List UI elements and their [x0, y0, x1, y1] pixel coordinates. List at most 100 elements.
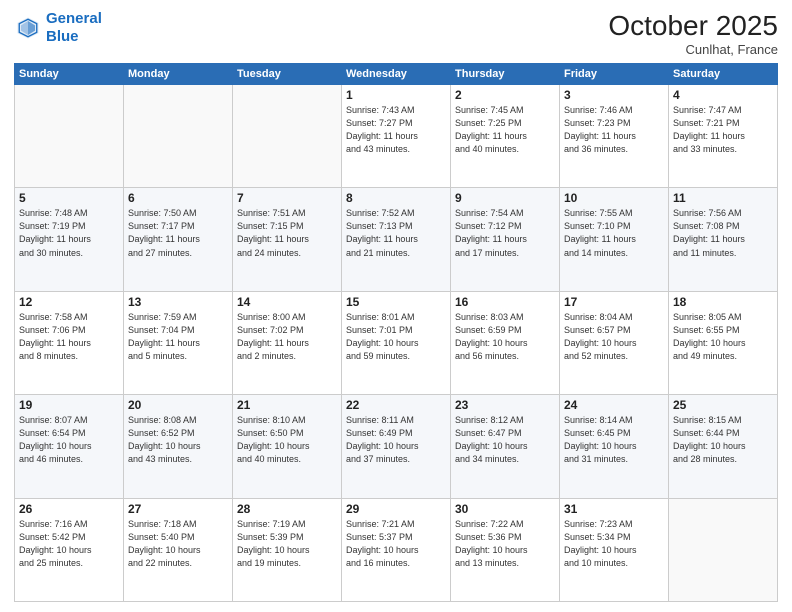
- day-info: Sunrise: 7:47 AM Sunset: 7:21 PM Dayligh…: [673, 104, 773, 156]
- day-info: Sunrise: 7:56 AM Sunset: 7:08 PM Dayligh…: [673, 207, 773, 259]
- calendar-cell: 17 Sunrise: 8:04 AM Sunset: 6:57 PM Dayli…: [560, 291, 669, 394]
- day-info: Sunrise: 7:46 AM Sunset: 7:23 PM Dayligh…: [564, 104, 664, 156]
- day-info: Sunrise: 7:55 AM Sunset: 7:10 PM Dayligh…: [564, 207, 664, 259]
- calendar-cell: 15Sunrise: 8:01 AM Sunset: 7:01 PM Dayli…: [342, 291, 451, 394]
- day-info: Sunrise: 7:43 AM Sunset: 7:27 PM Dayligh…: [346, 104, 446, 156]
- day-number: 24: [564, 398, 664, 412]
- logo-blue: Blue: [46, 28, 79, 45]
- calendar-cell: [233, 85, 342, 188]
- calendar-cell: 25 Sunrise: 8:15 AM Sunset: 6:44 PM Dayli…: [669, 395, 778, 498]
- day-info: Sunrise: 8:03 AM Sunset: 6:59 PM Dayligh…: [455, 311, 555, 363]
- calendar-cell: 3 Sunrise: 7:46 AM Sunset: 7:23 PM Daylig…: [560, 85, 669, 188]
- calendar-cell: 21 Sunrise: 8:10 AM Sunset: 6:50 PM Dayli…: [233, 395, 342, 498]
- day-number: 1: [346, 88, 446, 102]
- calendar-cell: 10 Sunrise: 7:55 AM Sunset: 7:10 PM Dayli…: [560, 188, 669, 291]
- day-number: 12: [19, 295, 119, 309]
- day-number: 13: [128, 295, 228, 309]
- calendar-cell: [15, 85, 124, 188]
- calendar-cell: [124, 85, 233, 188]
- day-info: Sunrise: 8:00 AM Sunset: 7:02 PM Dayligh…: [237, 311, 337, 363]
- logo-text: General Blue: [46, 10, 102, 46]
- calendar-cell: 5 Sunrise: 7:48 AM Sunset: 7:19 PM Daylig…: [15, 188, 124, 291]
- day-number: 4: [673, 88, 773, 102]
- day-info: Sunrise: 7:48 AM Sunset: 7:19 PM Dayligh…: [19, 207, 119, 259]
- calendar-cell: 1 Sunrise: 7:43 AM Sunset: 7:27 PM Daylig…: [342, 85, 451, 188]
- day-info: Sunrise: 8:08 AM Sunset: 6:52 PM Dayligh…: [128, 414, 228, 466]
- day-number: 8: [346, 191, 446, 205]
- logo-general: General: [46, 10, 102, 27]
- title-block: October 2025 Cunlhat, France: [608, 10, 778, 57]
- calendar-cell: 29 Sunrise: 7:21 AM Sunset: 5:37 PM Dayli…: [342, 498, 451, 601]
- calendar-cell: 22 Sunrise: 8:11 AM Sunset: 6:49 PM Dayli…: [342, 395, 451, 498]
- day-number: 16: [455, 295, 555, 309]
- header: General Blue October 2025 Cunlhat, Franc…: [14, 10, 778, 57]
- day-info: Sunrise: 7:22 AM Sunset: 5:36 PM Dayligh…: [455, 518, 555, 570]
- day-info: Sunrise: 7:51 AM Sunset: 7:15 PM Dayligh…: [237, 207, 337, 259]
- day-number: 3: [564, 88, 664, 102]
- day-info: Sunrise: 8:15 AM Sunset: 6:44 PM Dayligh…: [673, 414, 773, 466]
- day-number: 17: [564, 295, 664, 309]
- day-info: Sunrise: 7:50 AM Sunset: 7:17 PM Dayligh…: [128, 207, 228, 259]
- day-info: Sunrise: 8:12 AM Sunset: 6:47 PM Dayligh…: [455, 414, 555, 466]
- day-info: Sunrise: 7:58 AM Sunset: 7:06 PM Dayligh…: [19, 311, 119, 363]
- calendar-cell: 27Sunrise: 7:18 AM Sunset: 5:40 PM Dayli…: [124, 498, 233, 601]
- calendar-cell: 4 Sunrise: 7:47 AM Sunset: 7:21 PM Daylig…: [669, 85, 778, 188]
- day-number: 10: [564, 191, 664, 205]
- calendar-table: SundayMondayTuesdayWednesdayThursdayFrid…: [14, 63, 778, 602]
- calendar-cell: 14 Sunrise: 8:00 AM Sunset: 7:02 PM Dayli…: [233, 291, 342, 394]
- day-info: Sunrise: 7:52 AM Sunset: 7:13 PM Dayligh…: [346, 207, 446, 259]
- calendar-cell: 20 Sunrise: 8:08 AM Sunset: 6:52 PM Dayli…: [124, 395, 233, 498]
- location: Cunlhat, France: [608, 42, 778, 57]
- weekday-header: Wednesday: [342, 64, 451, 85]
- calendar-cell: 30 Sunrise: 7:22 AM Sunset: 5:36 PM Dayli…: [451, 498, 560, 601]
- day-number: 6: [128, 191, 228, 205]
- day-info: Sunrise: 7:18 AM Sunset: 5:40 PM Dayligh…: [128, 518, 228, 570]
- calendar-cell: 26 Sunrise: 7:16 AM Sunset: 5:42 PM Dayli…: [15, 498, 124, 601]
- day-number: 14: [237, 295, 337, 309]
- day-number: 30: [455, 502, 555, 516]
- weekday-header: Friday: [560, 64, 669, 85]
- day-info: Sunrise: 8:10 AM Sunset: 6:50 PM Dayligh…: [237, 414, 337, 466]
- day-info: Sunrise: 7:23 AM Sunset: 5:34 PM Dayligh…: [564, 518, 664, 570]
- day-number: 19: [19, 398, 119, 412]
- logo: General Blue: [14, 10, 102, 46]
- calendar-cell: 24Sunrise: 8:14 AM Sunset: 6:45 PM Dayli…: [560, 395, 669, 498]
- day-number: 5: [19, 191, 119, 205]
- calendar-cell: 12 Sunrise: 7:58 AM Sunset: 7:06 PM Dayli…: [15, 291, 124, 394]
- day-info: Sunrise: 7:16 AM Sunset: 5:42 PM Dayligh…: [19, 518, 119, 570]
- calendar-cell: 6 Sunrise: 7:50 AM Sunset: 7:17 PM Daylig…: [124, 188, 233, 291]
- calendar-cell: 11Sunrise: 7:56 AM Sunset: 7:08 PM Dayli…: [669, 188, 778, 291]
- weekday-header: Sunday: [15, 64, 124, 85]
- day-info: Sunrise: 8:01 AM Sunset: 7:01 PM Dayligh…: [346, 311, 446, 363]
- day-info: Sunrise: 7:54 AM Sunset: 7:12 PM Dayligh…: [455, 207, 555, 259]
- day-number: 22: [346, 398, 446, 412]
- calendar-cell: 18Sunrise: 8:05 AM Sunset: 6:55 PM Dayli…: [669, 291, 778, 394]
- calendar-cell: 2Sunrise: 7:45 AM Sunset: 7:25 PM Daylig…: [451, 85, 560, 188]
- day-number: 21: [237, 398, 337, 412]
- page: General Blue October 2025 Cunlhat, Franc…: [0, 0, 792, 612]
- day-number: 29: [346, 502, 446, 516]
- day-number: 26: [19, 502, 119, 516]
- calendar-cell: 7 Sunrise: 7:51 AM Sunset: 7:15 PM Daylig…: [233, 188, 342, 291]
- calendar-cell: 13 Sunrise: 7:59 AM Sunset: 7:04 PM Dayli…: [124, 291, 233, 394]
- weekday-header: Tuesday: [233, 64, 342, 85]
- calendar-cell: 8 Sunrise: 7:52 AM Sunset: 7:13 PM Daylig…: [342, 188, 451, 291]
- calendar-cell: 31 Sunrise: 7:23 AM Sunset: 5:34 PM Dayli…: [560, 498, 669, 601]
- calendar-cell: 23Sunrise: 8:12 AM Sunset: 6:47 PM Dayli…: [451, 395, 560, 498]
- day-info: Sunrise: 7:59 AM Sunset: 7:04 PM Dayligh…: [128, 311, 228, 363]
- day-info: Sunrise: 8:07 AM Sunset: 6:54 PM Dayligh…: [19, 414, 119, 466]
- weekday-header: Saturday: [669, 64, 778, 85]
- day-number: 7: [237, 191, 337, 205]
- day-number: 25: [673, 398, 773, 412]
- day-number: 20: [128, 398, 228, 412]
- day-info: Sunrise: 8:04 AM Sunset: 6:57 PM Dayligh…: [564, 311, 664, 363]
- day-info: Sunrise: 8:11 AM Sunset: 6:49 PM Dayligh…: [346, 414, 446, 466]
- day-number: 28: [237, 502, 337, 516]
- calendar-cell: [669, 498, 778, 601]
- day-number: 31: [564, 502, 664, 516]
- calendar-cell: 28Sunrise: 7:19 AM Sunset: 5:39 PM Dayli…: [233, 498, 342, 601]
- day-number: 2: [455, 88, 555, 102]
- weekday-header: Thursday: [451, 64, 560, 85]
- day-number: 9: [455, 191, 555, 205]
- day-info: Sunrise: 7:21 AM Sunset: 5:37 PM Dayligh…: [346, 518, 446, 570]
